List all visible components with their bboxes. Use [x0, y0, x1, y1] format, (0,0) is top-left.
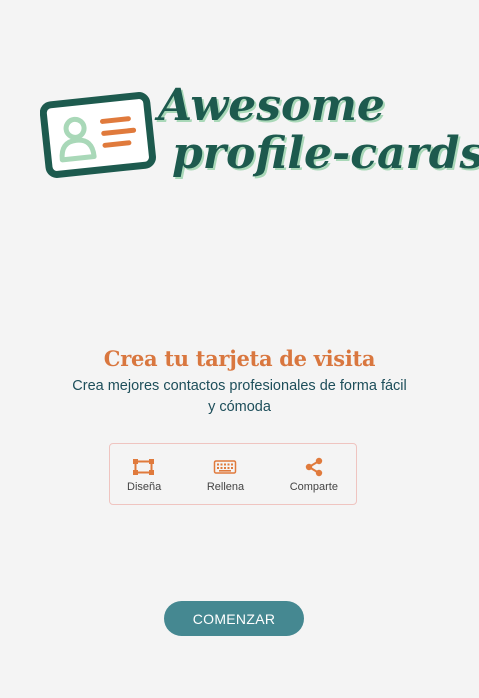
app-logo: Awesome profile-cards — [40, 78, 479, 188]
share-icon — [305, 457, 323, 477]
id-card-icon — [40, 92, 156, 178]
features-panel: Diseña Rellena Comparte — [109, 443, 357, 505]
start-button[interactable]: COMENZAR — [164, 601, 304, 636]
feature-design[interactable]: Diseña — [127, 444, 161, 504]
page-title: Crea tu tarjeta de visita — [103, 346, 376, 371]
feature-fill[interactable]: Rellena — [207, 444, 244, 504]
keyboard-icon — [214, 460, 237, 474]
logo-wordmark: Awesome profile-cards — [158, 78, 479, 188]
feature-share[interactable]: Comparte — [290, 444, 338, 504]
design-icon — [133, 459, 155, 475]
page-subtitle: Crea mejores contactos profesionales de … — [72, 378, 407, 415]
feature-fill-label: Rellena — [206, 481, 245, 493]
logo-line-2: profile-cards — [172, 128, 479, 179]
logo-line-1: Awesome — [158, 80, 385, 131]
feature-share-label: Comparte — [289, 481, 338, 493]
feature-design-label: Diseña — [127, 481, 162, 493]
